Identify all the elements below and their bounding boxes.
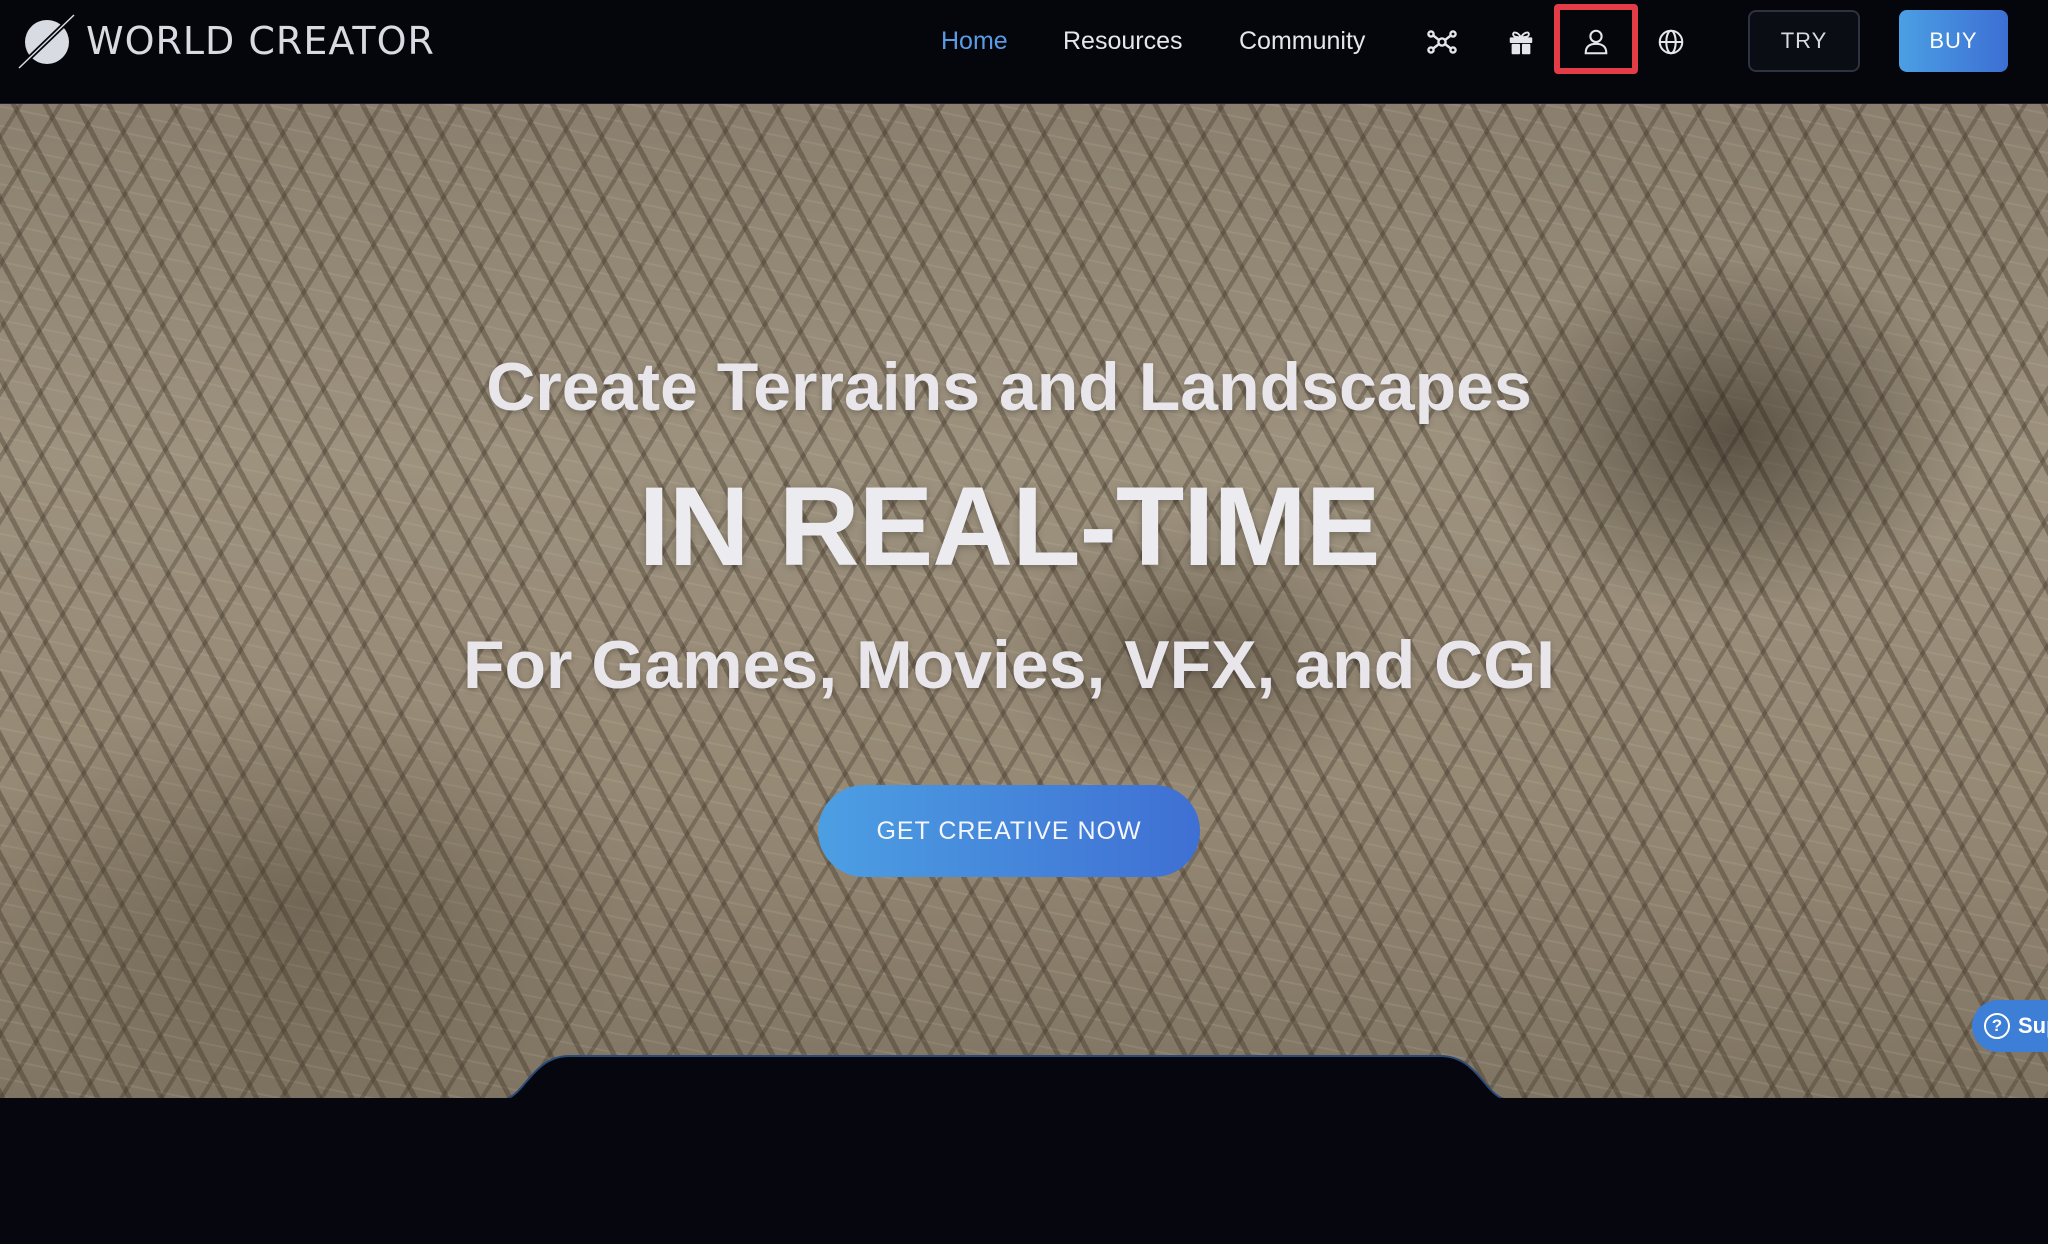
brand-name: WORLD CREATOR (86, 19, 435, 63)
content-section (0, 1098, 2048, 1244)
hero-section: Create Terrains and Landscapes IN REAL-T… (0, 104, 2048, 1098)
hero-background-image (0, 104, 2048, 1098)
nav-link-resources[interactable]: Resources (1063, 24, 1183, 58)
globe-icon[interactable] (1649, 20, 1693, 64)
support-button[interactable]: ? Sup (1972, 1000, 2048, 1052)
get-creative-now-button[interactable]: GET CREATIVE NOW (818, 785, 1200, 877)
nav-link-community[interactable]: Community (1239, 24, 1365, 58)
world-creator-logo-icon (17, 13, 76, 70)
hero-subtitle-bottom: For Games, Movies, VFX, and CGI (462, 627, 1556, 703)
support-label: Sup (2018, 1013, 2048, 1038)
user-icon[interactable] (1574, 20, 1618, 64)
hero-subtitle-top: Create Terrains and Landscapes (486, 349, 1532, 425)
buy-button[interactable]: BUY (1899, 10, 2008, 72)
nav-link-home[interactable]: Home (941, 24, 1008, 58)
hero-title: IN REAL-TIME (638, 464, 1381, 589)
help-icon: ? (1984, 1013, 2010, 1039)
top-navbar: WORLD CREATOR Home Resources Community T… (0, 0, 2048, 104)
brand-logo[interactable]: WORLD CREATOR (16, 10, 435, 72)
section-tab-shape (499, 1055, 1511, 1100)
try-button[interactable]: TRY (1748, 10, 1860, 72)
gift-icon[interactable] (1499, 20, 1543, 64)
network-icon[interactable] (1420, 20, 1464, 64)
